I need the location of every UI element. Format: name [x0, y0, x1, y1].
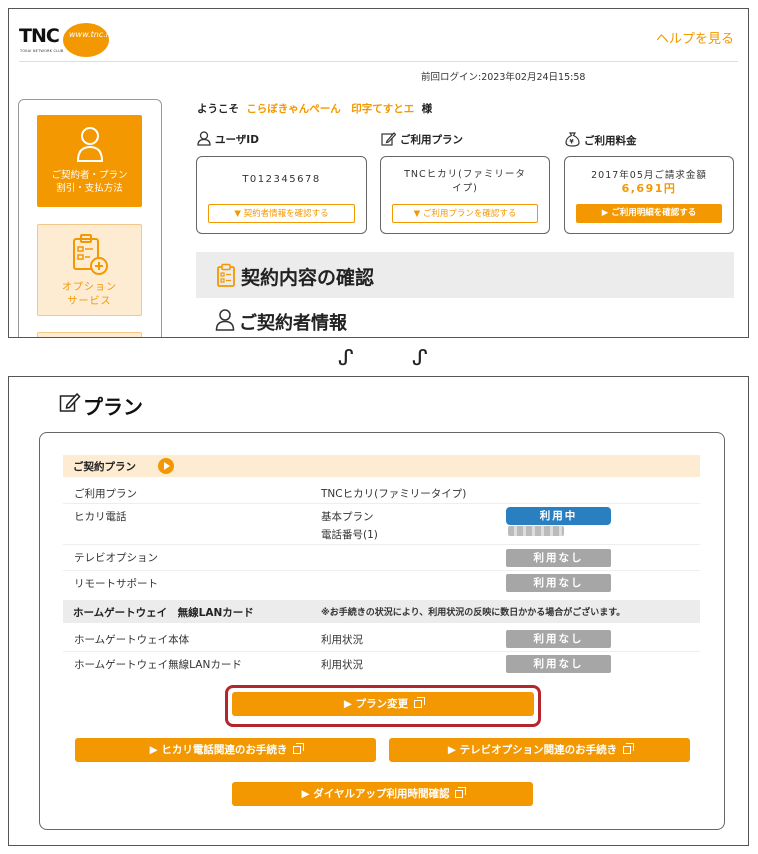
- plan-panel: プラン ご契約プラン ご利用プラン TNCヒカリ(ファミリータイプ) ヒカリ電話…: [8, 376, 749, 846]
- check-billing-detail-button[interactable]: ▶ ご利用明細を確認する: [576, 204, 722, 223]
- user-id-heading: ユーザID: [197, 131, 259, 147]
- row-phone-number-label: 電話番号(1): [321, 529, 378, 541]
- plan-heading: ご利用プラン: [381, 131, 463, 147]
- hikari-phone-procedure-button[interactable]: ▶ ヒカリ電話関連のお手続き: [75, 738, 376, 762]
- row-hg-body-label: ホームゲートウェイ本体: [74, 634, 190, 646]
- external-window-icon: [293, 743, 305, 754]
- billing-label: 2017年05月ご請求金額: [591, 170, 707, 181]
- row-plan-value: TNCヒカリ(ファミリータイプ): [321, 488, 467, 500]
- edit-icon: [381, 132, 396, 146]
- row-divider: [63, 544, 700, 545]
- check-plan-button[interactable]: ▼ ご利用プランを確認する: [392, 204, 538, 223]
- status-badge-none: 利用なし: [506, 630, 611, 648]
- status-badge-none: 利用なし: [506, 574, 611, 592]
- plan-section-title: プラン: [83, 395, 143, 419]
- plan-change-button[interactable]: ▶ プラン変更: [232, 692, 534, 716]
- logo-subtext: TOKAI NETWORK CLUB: [20, 49, 64, 53]
- money-bag-icon: ¥: [565, 132, 580, 147]
- person-outline-icon: [215, 309, 235, 331]
- checklist-plus-icon: [73, 234, 108, 275]
- row-divider: [63, 570, 700, 571]
- user-name: こらぼきゃんぺーん 印字てすとエ: [246, 103, 415, 115]
- row-divider: [63, 503, 700, 504]
- billing-amount: 6,691円: [621, 182, 677, 195]
- menu-item-third[interactable]: [37, 332, 142, 337]
- contract-plan-band: ご契約プラン: [63, 455, 700, 477]
- user-id-card: T012345678 ▼ 契約者情報を確認する: [196, 156, 367, 234]
- header-divider: [19, 61, 738, 62]
- row-remote-support-label: リモートサポート: [74, 578, 158, 590]
- menu-item-option-service[interactable]: オプション サービス: [37, 224, 142, 316]
- welcome-message: ようこそ こらぼきゃんぺーん 印字てすとエ 様: [197, 103, 433, 115]
- clipboard-icon: [217, 263, 235, 287]
- plan-detail-card: ご契約プラン ご利用プラン TNCヒカリ(ファミリータイプ) ヒカリ電話 基本プ…: [39, 432, 725, 830]
- last-login: 前回ログイン:2023年02月24日15:58: [421, 72, 586, 83]
- row-divider: [63, 651, 700, 652]
- play-circle-icon[interactable]: [158, 458, 174, 474]
- tnc-logo[interactable]: TNC TOKAI NETWORK CLUB www.tnc.ne.jp: [19, 23, 126, 57]
- side-menu: ご契約者・プラン 割引・支払方法 オプション サービス: [18, 99, 162, 337]
- svg-text:¥: ¥: [570, 139, 575, 146]
- billing-card: 2017年05月ご請求金額 6,691円 ▶ ご利用明細を確認する: [564, 156, 734, 234]
- row-hg-lan-label: ホームゲートウェイ無線LANカード: [74, 659, 242, 671]
- external-window-icon: [455, 787, 467, 798]
- user-id-value: T012345678: [242, 174, 321, 185]
- contract-plan-label: ご契約プラン: [73, 461, 136, 473]
- row-hikari-phone-plan: 基本プラン: [321, 511, 374, 523]
- contract-confirm-title: 契約内容の確認: [241, 267, 375, 289]
- help-link[interactable]: ヘルプを見る: [656, 28, 734, 47]
- row-hg-body-value: 利用状況: [321, 634, 363, 646]
- logo-badge-text: www.tnc.ne.jp: [69, 30, 126, 39]
- menu-item-contract-label: ご契約者・プラン 割引・支払方法: [51, 170, 128, 194]
- external-window-icon: [623, 743, 635, 754]
- logo-badge: www.tnc.ne.jp: [63, 23, 126, 57]
- home-gateway-band: ホームゲートウェイ 無線LANカード ※お手続きの状況により、利用状況の反映に数…: [63, 600, 700, 623]
- billing-heading: ¥ ご利用料金: [565, 131, 637, 148]
- plan-value-line2: イプ): [452, 183, 478, 194]
- tv-option-procedure-button[interactable]: ▶ テレビオプション関連のお手続き: [389, 738, 690, 762]
- menu-item-contract[interactable]: ご契約者・プラン 割引・支払方法: [37, 115, 142, 207]
- logo-text: TNC: [19, 25, 60, 47]
- status-badge-active: 利用中: [506, 507, 611, 525]
- external-window-icon: [414, 697, 426, 708]
- person-icon: [76, 127, 104, 162]
- check-contractor-info-button[interactable]: ▼ 契約者情報を確認する: [208, 204, 355, 223]
- contract-confirm-band: 契約内容の確認: [196, 252, 734, 298]
- status-badge-none: 利用なし: [506, 549, 611, 567]
- dialup-time-check-button[interactable]: ▶ ダイヤルアップ利用時間確認: [232, 782, 533, 806]
- phone-number-masked: [508, 526, 564, 536]
- break-mark-left: ᔑ: [338, 346, 354, 371]
- break-mark-right: ᔑ: [412, 346, 428, 371]
- status-badge-none: 利用なし: [506, 655, 611, 673]
- plan-value-line1: TNCヒカリ(ファミリータ: [404, 169, 526, 180]
- row-hikari-phone-label: ヒカリ電話: [74, 511, 127, 523]
- row-hg-lan-value: 利用状況: [321, 659, 363, 671]
- user-icon: [197, 131, 211, 146]
- row-plan-label: ご利用プラン: [74, 488, 137, 500]
- edit-icon: [59, 392, 81, 412]
- contractor-info-title: ご契約者情報: [239, 313, 347, 334]
- home-gateway-band-label: ホームゲートウェイ 無線LANカード: [73, 607, 254, 619]
- row-tv-option-label: テレビオプション: [74, 552, 158, 564]
- menu-item-option-label: オプション サービス: [62, 282, 117, 307]
- account-header-panel: TNC TOKAI NETWORK CLUB www.tnc.ne.jp ヘルプ…: [8, 8, 749, 338]
- home-gateway-note: ※お手続きの状況により、利用状況の反映に数日かかる場合がございます。: [321, 608, 626, 618]
- plan-card: TNCヒカリ(ファミリータ イプ) ▼ ご利用プランを確認する: [380, 156, 550, 234]
